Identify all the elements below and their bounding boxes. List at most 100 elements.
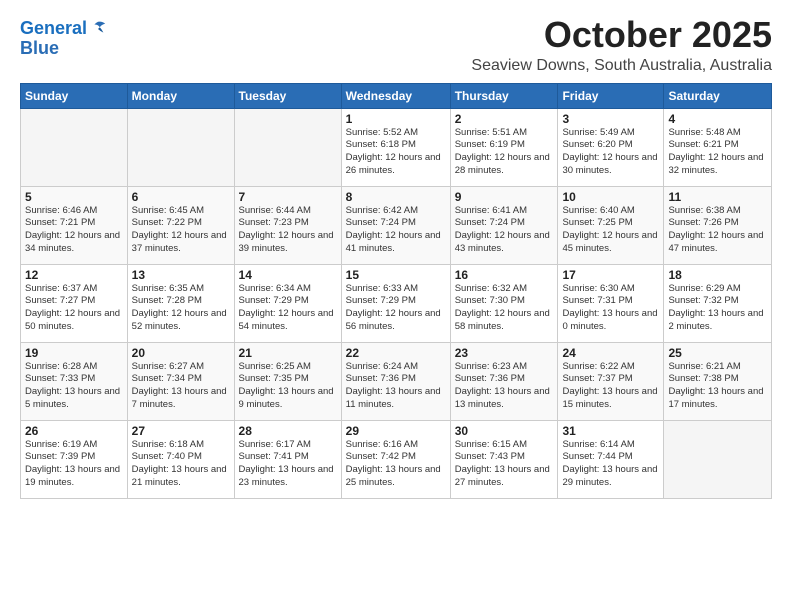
day-number: 5 — [25, 190, 123, 204]
calendar-cell — [664, 420, 772, 498]
calendar-cell: 25Sunrise: 6:21 AM Sunset: 7:38 PM Dayli… — [664, 342, 772, 420]
day-info: Sunrise: 5:48 AM Sunset: 6:21 PM Dayligh… — [668, 127, 767, 178]
calendar-cell: 18Sunrise: 6:29 AM Sunset: 7:32 PM Dayli… — [664, 264, 772, 342]
calendar-table: Sunday Monday Tuesday Wednesday Thursday… — [20, 83, 772, 499]
header-wednesday: Wednesday — [341, 83, 450, 108]
calendar-cell: 29Sunrise: 6:16 AM Sunset: 7:42 PM Dayli… — [341, 420, 450, 498]
calendar-week-row: 12Sunrise: 6:37 AM Sunset: 7:27 PM Dayli… — [21, 264, 772, 342]
day-number: 25 — [668, 346, 767, 360]
calendar-cell: 24Sunrise: 6:22 AM Sunset: 7:37 PM Dayli… — [558, 342, 664, 420]
day-info: Sunrise: 6:37 AM Sunset: 7:27 PM Dayligh… — [25, 283, 123, 334]
calendar-cell: 31Sunrise: 6:14 AM Sunset: 7:44 PM Dayli… — [558, 420, 664, 498]
day-info: Sunrise: 6:25 AM Sunset: 7:35 PM Dayligh… — [239, 361, 337, 412]
subtitle: Seaview Downs, South Australia, Australi… — [471, 57, 772, 75]
header-monday: Monday — [127, 83, 234, 108]
day-info: Sunrise: 6:40 AM Sunset: 7:25 PM Dayligh… — [562, 205, 659, 256]
calendar-week-row: 26Sunrise: 6:19 AM Sunset: 7:39 PM Dayli… — [21, 420, 772, 498]
header-saturday: Saturday — [664, 83, 772, 108]
day-info: Sunrise: 6:18 AM Sunset: 7:40 PM Dayligh… — [132, 439, 230, 490]
calendar-week-row: 5Sunrise: 6:46 AM Sunset: 7:21 PM Daylig… — [21, 186, 772, 264]
day-number: 27 — [132, 424, 230, 438]
day-number: 15 — [346, 268, 446, 282]
day-number: 7 — [239, 190, 337, 204]
day-info: Sunrise: 6:19 AM Sunset: 7:39 PM Dayligh… — [25, 439, 123, 490]
day-number: 8 — [346, 190, 446, 204]
calendar-cell: 27Sunrise: 6:18 AM Sunset: 7:40 PM Dayli… — [127, 420, 234, 498]
header-tuesday: Tuesday — [234, 83, 341, 108]
calendar-cell — [127, 108, 234, 186]
header-sunday: Sunday — [21, 83, 128, 108]
day-info: Sunrise: 6:23 AM Sunset: 7:36 PM Dayligh… — [455, 361, 554, 412]
day-number: 6 — [132, 190, 230, 204]
calendar-cell: 9Sunrise: 6:41 AM Sunset: 7:24 PM Daylig… — [450, 186, 558, 264]
page: General Blue October 2025 Seaview Downs,… — [0, 0, 792, 612]
day-number: 1 — [346, 112, 446, 126]
calendar-cell — [234, 108, 341, 186]
calendar-cell: 14Sunrise: 6:34 AM Sunset: 7:29 PM Dayli… — [234, 264, 341, 342]
logo-bird-icon — [89, 20, 107, 38]
calendar-cell: 6Sunrise: 6:45 AM Sunset: 7:22 PM Daylig… — [127, 186, 234, 264]
day-info: Sunrise: 6:30 AM Sunset: 7:31 PM Dayligh… — [562, 283, 659, 334]
logo-text-general: General — [20, 19, 87, 39]
day-info: Sunrise: 6:46 AM Sunset: 7:21 PM Dayligh… — [25, 205, 123, 256]
day-number: 17 — [562, 268, 659, 282]
day-info: Sunrise: 6:28 AM Sunset: 7:33 PM Dayligh… — [25, 361, 123, 412]
calendar-cell: 15Sunrise: 6:33 AM Sunset: 7:29 PM Dayli… — [341, 264, 450, 342]
calendar-cell: 12Sunrise: 6:37 AM Sunset: 7:27 PM Dayli… — [21, 264, 128, 342]
calendar-cell: 26Sunrise: 6:19 AM Sunset: 7:39 PM Dayli… — [21, 420, 128, 498]
day-info: Sunrise: 6:33 AM Sunset: 7:29 PM Dayligh… — [346, 283, 446, 334]
calendar-cell: 30Sunrise: 6:15 AM Sunset: 7:43 PM Dayli… — [450, 420, 558, 498]
calendar-cell: 21Sunrise: 6:25 AM Sunset: 7:35 PM Dayli… — [234, 342, 341, 420]
calendar-cell: 17Sunrise: 6:30 AM Sunset: 7:31 PM Dayli… — [558, 264, 664, 342]
day-number: 23 — [455, 346, 554, 360]
day-info: Sunrise: 6:35 AM Sunset: 7:28 PM Dayligh… — [132, 283, 230, 334]
calendar-cell: 7Sunrise: 6:44 AM Sunset: 7:23 PM Daylig… — [234, 186, 341, 264]
day-number: 18 — [668, 268, 767, 282]
day-number: 26 — [25, 424, 123, 438]
day-info: Sunrise: 5:51 AM Sunset: 6:19 PM Dayligh… — [455, 127, 554, 178]
calendar-cell: 8Sunrise: 6:42 AM Sunset: 7:24 PM Daylig… — [341, 186, 450, 264]
day-info: Sunrise: 6:17 AM Sunset: 7:41 PM Dayligh… — [239, 439, 337, 490]
day-number: 30 — [455, 424, 554, 438]
day-info: Sunrise: 6:44 AM Sunset: 7:23 PM Dayligh… — [239, 205, 337, 256]
header-friday: Friday — [558, 83, 664, 108]
day-info: Sunrise: 6:34 AM Sunset: 7:29 PM Dayligh… — [239, 283, 337, 334]
day-number: 13 — [132, 268, 230, 282]
day-number: 16 — [455, 268, 554, 282]
day-number: 2 — [455, 112, 554, 126]
header: General Blue October 2025 Seaview Downs,… — [20, 15, 772, 75]
day-info: Sunrise: 6:14 AM Sunset: 7:44 PM Dayligh… — [562, 439, 659, 490]
logo: General Blue — [20, 19, 107, 59]
day-number: 10 — [562, 190, 659, 204]
day-number: 3 — [562, 112, 659, 126]
day-number: 28 — [239, 424, 337, 438]
calendar-cell: 3Sunrise: 5:49 AM Sunset: 6:20 PM Daylig… — [558, 108, 664, 186]
day-number: 24 — [562, 346, 659, 360]
day-info: Sunrise: 6:38 AM Sunset: 7:26 PM Dayligh… — [668, 205, 767, 256]
day-info: Sunrise: 6:29 AM Sunset: 7:32 PM Dayligh… — [668, 283, 767, 334]
calendar-cell: 11Sunrise: 6:38 AM Sunset: 7:26 PM Dayli… — [664, 186, 772, 264]
day-info: Sunrise: 6:32 AM Sunset: 7:30 PM Dayligh… — [455, 283, 554, 334]
day-number: 21 — [239, 346, 337, 360]
day-number: 4 — [668, 112, 767, 126]
day-number: 12 — [25, 268, 123, 282]
calendar-cell: 28Sunrise: 6:17 AM Sunset: 7:41 PM Dayli… — [234, 420, 341, 498]
day-info: Sunrise: 6:27 AM Sunset: 7:34 PM Dayligh… — [132, 361, 230, 412]
day-number: 31 — [562, 424, 659, 438]
day-number: 11 — [668, 190, 767, 204]
calendar-cell — [21, 108, 128, 186]
calendar-cell: 20Sunrise: 6:27 AM Sunset: 7:34 PM Dayli… — [127, 342, 234, 420]
month-title: October 2025 — [471, 15, 772, 55]
calendar-cell: 4Sunrise: 5:48 AM Sunset: 6:21 PM Daylig… — [664, 108, 772, 186]
calendar-cell: 5Sunrise: 6:46 AM Sunset: 7:21 PM Daylig… — [21, 186, 128, 264]
day-number: 19 — [25, 346, 123, 360]
calendar-week-row: 1Sunrise: 5:52 AM Sunset: 6:18 PM Daylig… — [21, 108, 772, 186]
calendar-header-row: Sunday Monday Tuesday Wednesday Thursday… — [21, 83, 772, 108]
day-info: Sunrise: 6:15 AM Sunset: 7:43 PM Dayligh… — [455, 439, 554, 490]
day-info: Sunrise: 6:21 AM Sunset: 7:38 PM Dayligh… — [668, 361, 767, 412]
day-info: Sunrise: 5:49 AM Sunset: 6:20 PM Dayligh… — [562, 127, 659, 178]
calendar-cell: 19Sunrise: 6:28 AM Sunset: 7:33 PM Dayli… — [21, 342, 128, 420]
day-info: Sunrise: 5:52 AM Sunset: 6:18 PM Dayligh… — [346, 127, 446, 178]
day-info: Sunrise: 6:45 AM Sunset: 7:22 PM Dayligh… — [132, 205, 230, 256]
calendar-cell: 16Sunrise: 6:32 AM Sunset: 7:30 PM Dayli… — [450, 264, 558, 342]
